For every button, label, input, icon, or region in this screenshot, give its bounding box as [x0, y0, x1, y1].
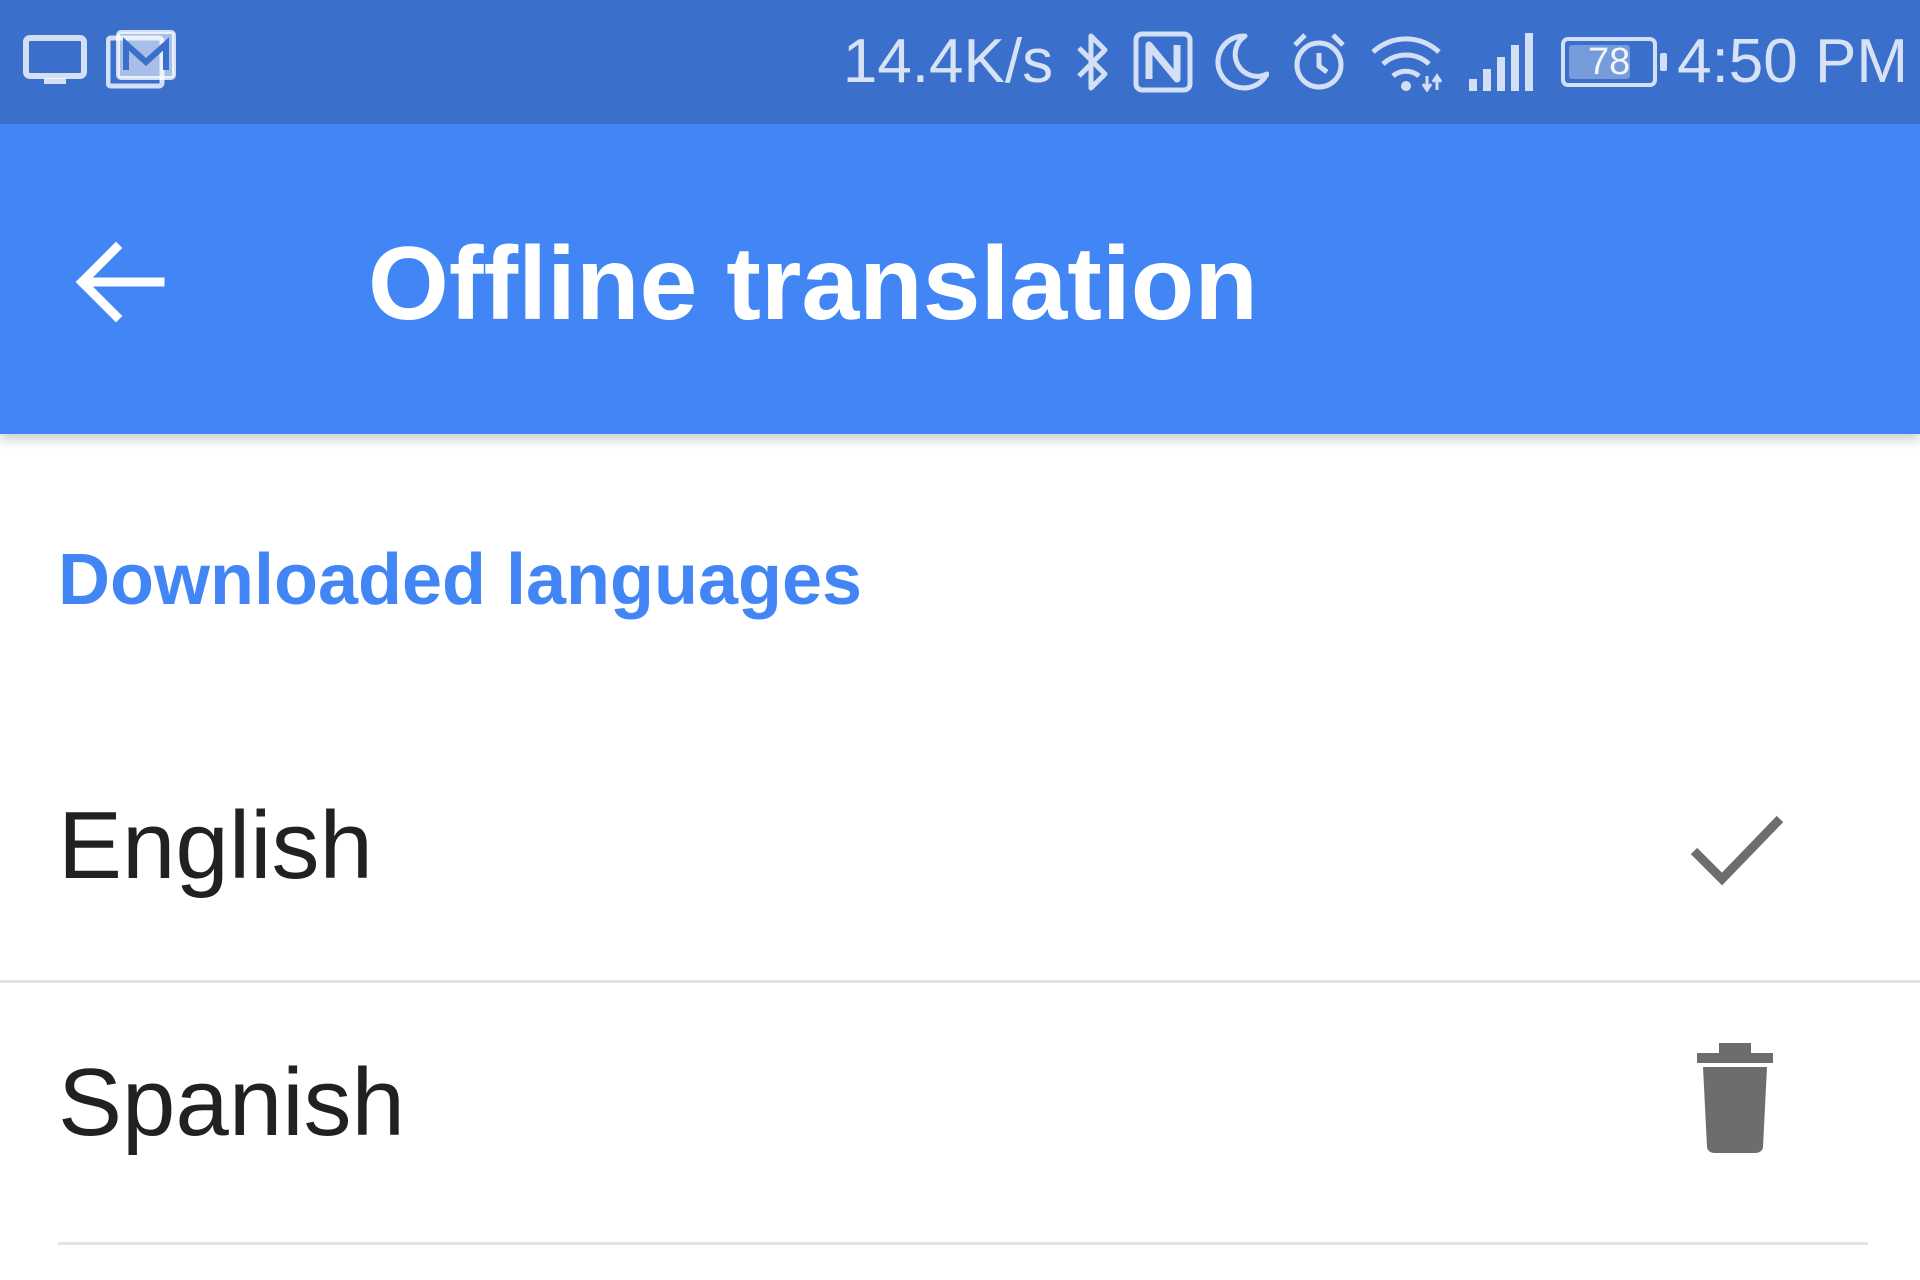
arrow-back-icon — [75, 241, 165, 323]
status-right-icons: 14.4K/s 78 4:50 PM — [843, 22, 1908, 102]
trash-icon[interactable] — [1675, 1035, 1795, 1155]
app-bar: Offline translation — [0, 124, 1920, 434]
back-button[interactable] — [70, 232, 170, 332]
battery-icon: 78 — [1561, 37, 1668, 87]
status-left-icons — [22, 30, 176, 90]
language-label: English — [58, 792, 373, 899]
page-title: Offline translation — [368, 226, 1258, 342]
status-bar: 14.4K/s 78 4:50 PM — [0, 0, 1920, 124]
wifi-icon — [1369, 32, 1445, 92]
section-header: Downloaded languages — [58, 540, 863, 620]
divider — [58, 1242, 1868, 1245]
status-time: 4:50 PM — [1677, 27, 1908, 96]
net-speed: 14.4K/s — [842, 27, 1054, 96]
moon-icon — [1213, 32, 1270, 92]
check-icon — [1675, 788, 1795, 908]
language-row-english[interactable]: English — [0, 720, 1920, 982]
bluetooth-icon — [1073, 30, 1113, 94]
nfc-icon — [1133, 31, 1193, 93]
mail-icon — [106, 30, 176, 90]
battery-level: 78 — [1587, 40, 1631, 83]
language-label: Spanish — [58, 1049, 405, 1156]
alarm-icon — [1289, 31, 1349, 93]
signal-icon — [1465, 31, 1541, 93]
language-row-spanish[interactable]: Spanish — [0, 983, 1920, 1245]
screen-cast-icon — [22, 32, 88, 88]
